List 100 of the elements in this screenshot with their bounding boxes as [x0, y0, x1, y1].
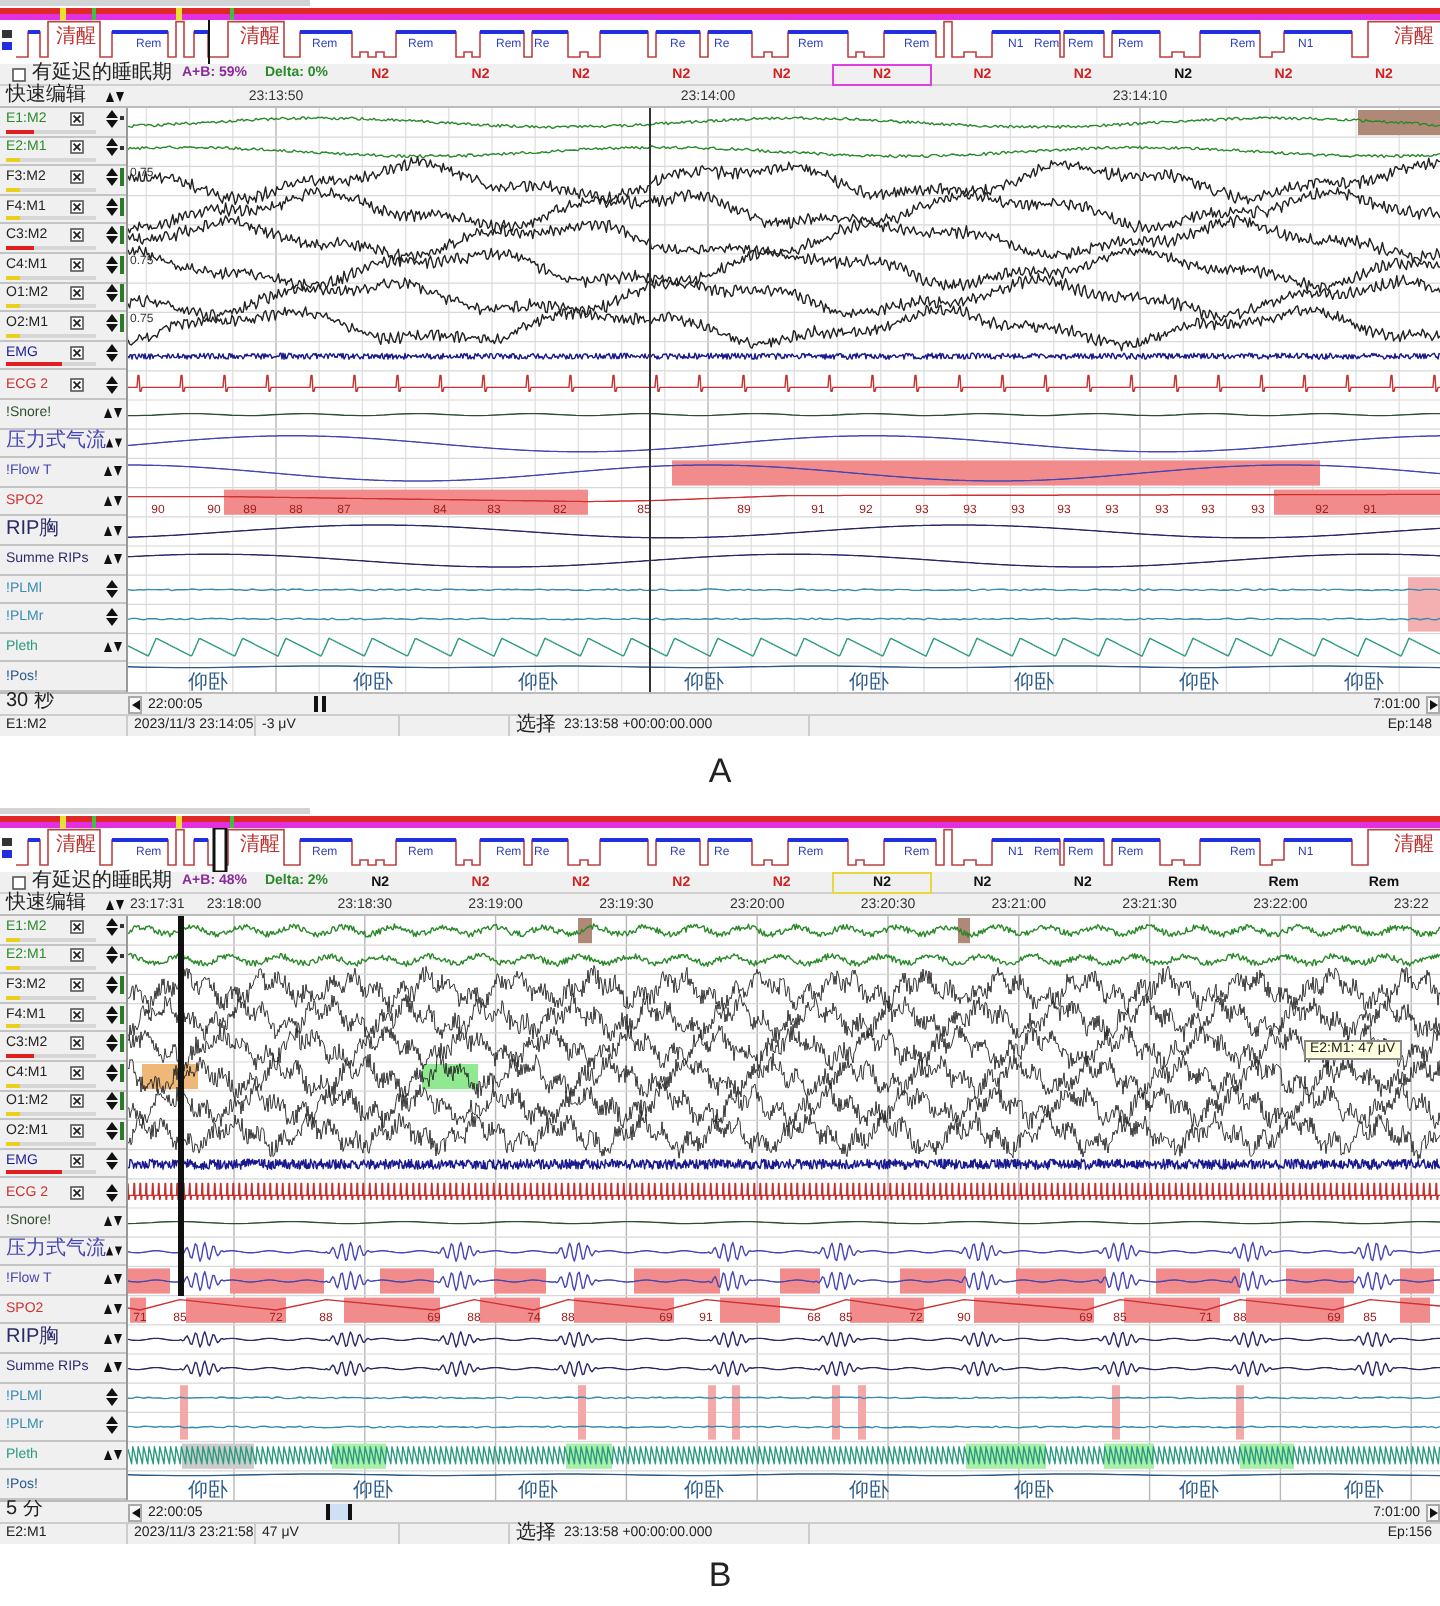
scroll-left-button[interactable]	[128, 695, 142, 713]
up-down-arrows-icon[interactable]	[104, 408, 122, 419]
channel-checkbox[interactable]	[70, 199, 84, 214]
down-arrow-icon[interactable]	[106, 927, 118, 936]
down-arrow-icon[interactable]	[106, 1044, 118, 1053]
down-arrow-icon[interactable]	[106, 956, 118, 965]
up-arrow-icon[interactable]	[106, 109, 118, 118]
down-arrow-icon[interactable]	[106, 148, 118, 157]
up-arrow-icon[interactable]	[106, 1092, 118, 1101]
down-arrow-icon[interactable]	[106, 385, 118, 394]
up-arrow-icon[interactable]	[106, 946, 118, 955]
channel-checkbox[interactable]	[70, 315, 84, 330]
up-down-arrows-icon[interactable]	[104, 1362, 122, 1373]
down-arrow-icon[interactable]	[106, 1426, 118, 1435]
down-arrow-icon[interactable]	[106, 1161, 118, 1170]
scroll-right-button[interactable]	[1426, 1503, 1440, 1521]
up-arrow-icon[interactable]	[106, 284, 118, 293]
up-arrow-icon[interactable]	[106, 1387, 118, 1396]
down-arrow-icon[interactable]	[106, 1015, 118, 1024]
up-down-arrows-icon[interactable]	[104, 641, 122, 652]
channel-checkbox[interactable]	[70, 377, 84, 392]
down-arrow-icon[interactable]	[106, 1397, 118, 1406]
up-down-arrows-icon[interactable]	[106, 1245, 122, 1256]
up-arrow-icon[interactable]	[106, 343, 118, 352]
up-down-arrows-icon[interactable]	[104, 1216, 122, 1227]
channel-checkbox[interactable]	[70, 948, 84, 963]
channel-checkbox[interactable]	[70, 1007, 84, 1022]
channel-checkbox[interactable]	[70, 228, 84, 243]
up-arrow-icon[interactable]	[106, 197, 118, 206]
down-arrow-icon[interactable]	[106, 1131, 118, 1140]
down-arrow-icon[interactable]	[106, 618, 118, 627]
up-arrow-icon[interactable]	[106, 1416, 118, 1425]
channel-checkbox[interactable]	[70, 286, 84, 301]
up-arrow-icon[interactable]	[106, 1063, 118, 1072]
channel-checkbox[interactable]	[70, 140, 84, 155]
down-arrow-icon[interactable]	[106, 265, 118, 274]
down-arrow-icon[interactable]	[106, 1102, 118, 1111]
channel-checkbox[interactable]	[70, 1036, 84, 1051]
window-marker[interactable]	[212, 828, 228, 872]
up-down-arrows-icon[interactable]	[104, 1333, 122, 1344]
down-arrow-icon[interactable]	[106, 207, 118, 216]
up-arrow-icon[interactable]	[106, 375, 118, 384]
channel-checkbox[interactable]	[70, 345, 84, 360]
up-down-arrows-icon[interactable]	[104, 466, 122, 477]
channel-checkbox[interactable]	[70, 1065, 84, 1080]
down-arrow-icon[interactable]	[106, 353, 118, 362]
down-arrow-icon[interactable]	[106, 1073, 118, 1082]
up-arrow-icon[interactable]	[106, 1151, 118, 1160]
up-down-arrows-icon[interactable]	[104, 1274, 122, 1285]
down-arrow-icon[interactable]	[106, 589, 118, 598]
up-down-arrows-icon[interactable]	[106, 899, 124, 909]
up-arrow-icon[interactable]	[106, 917, 118, 926]
up-arrow-icon[interactable]	[106, 138, 118, 147]
down-arrow-icon[interactable]	[106, 119, 118, 128]
delay-checkbox[interactable]	[12, 67, 26, 81]
scroll-left-button[interactable]	[128, 1503, 142, 1521]
up-arrow-icon[interactable]	[106, 1005, 118, 1014]
up-arrow-icon[interactable]	[106, 608, 118, 617]
down-arrow-icon[interactable]	[106, 1193, 118, 1202]
down-arrow-icon[interactable]	[106, 177, 118, 186]
up-down-arrows-icon[interactable]	[104, 554, 122, 565]
scroll-thumb[interactable]	[326, 1504, 352, 1520]
up-down-arrows-icon[interactable]	[106, 91, 124, 101]
channel-checkbox[interactable]	[70, 257, 84, 272]
scrollbar-thumb[interactable]	[0, 0, 310, 6]
up-arrow-icon[interactable]	[106, 167, 118, 176]
channel-checkbox[interactable]	[70, 1153, 84, 1168]
up-down-arrows-icon[interactable]	[106, 437, 122, 448]
down-arrow-icon[interactable]	[106, 294, 118, 303]
down-arrow-icon[interactable]	[106, 985, 118, 994]
up-arrow-icon[interactable]	[106, 255, 118, 264]
up-arrow-icon[interactable]	[106, 579, 118, 588]
channel-label: RIP胸	[6, 1328, 62, 1349]
status-selection-label: 选择	[516, 1524, 556, 1544]
up-down-arrows-icon[interactable]	[104, 496, 122, 507]
scroll-right-button[interactable]	[1426, 695, 1440, 713]
scroll-thumb[interactable]	[314, 696, 326, 712]
down-arrow-icon[interactable]	[106, 323, 118, 332]
window-marker[interactable]	[208, 20, 210, 64]
down-arrow-icon[interactable]	[106, 236, 118, 245]
channel-checkbox[interactable]	[70, 1123, 84, 1138]
channel-checkbox[interactable]	[70, 1094, 84, 1109]
up-down-arrows-icon[interactable]	[104, 1449, 122, 1460]
channel-checkbox[interactable]	[70, 169, 84, 184]
up-down-arrows-icon[interactable]	[104, 525, 122, 536]
channel-checkbox[interactable]	[70, 111, 84, 126]
up-arrow-icon[interactable]	[106, 313, 118, 322]
channel-checkbox[interactable]	[70, 977, 84, 992]
up-arrow-icon[interactable]	[106, 1121, 118, 1130]
up-arrow-icon[interactable]	[106, 1183, 118, 1192]
event-highlight	[578, 1385, 586, 1440]
up-arrow-icon[interactable]	[106, 226, 118, 235]
up-arrow-icon[interactable]	[106, 975, 118, 984]
up-down-arrows-icon[interactable]	[104, 1304, 122, 1315]
up-arrow-icon[interactable]	[106, 1034, 118, 1043]
position-label: 仰卧	[1014, 1480, 1054, 1500]
channel-checkbox[interactable]	[70, 919, 84, 934]
delay-checkbox[interactable]	[12, 875, 26, 889]
channel-checkbox[interactable]	[70, 1185, 84, 1200]
scrollbar-thumb[interactable]	[0, 808, 310, 814]
